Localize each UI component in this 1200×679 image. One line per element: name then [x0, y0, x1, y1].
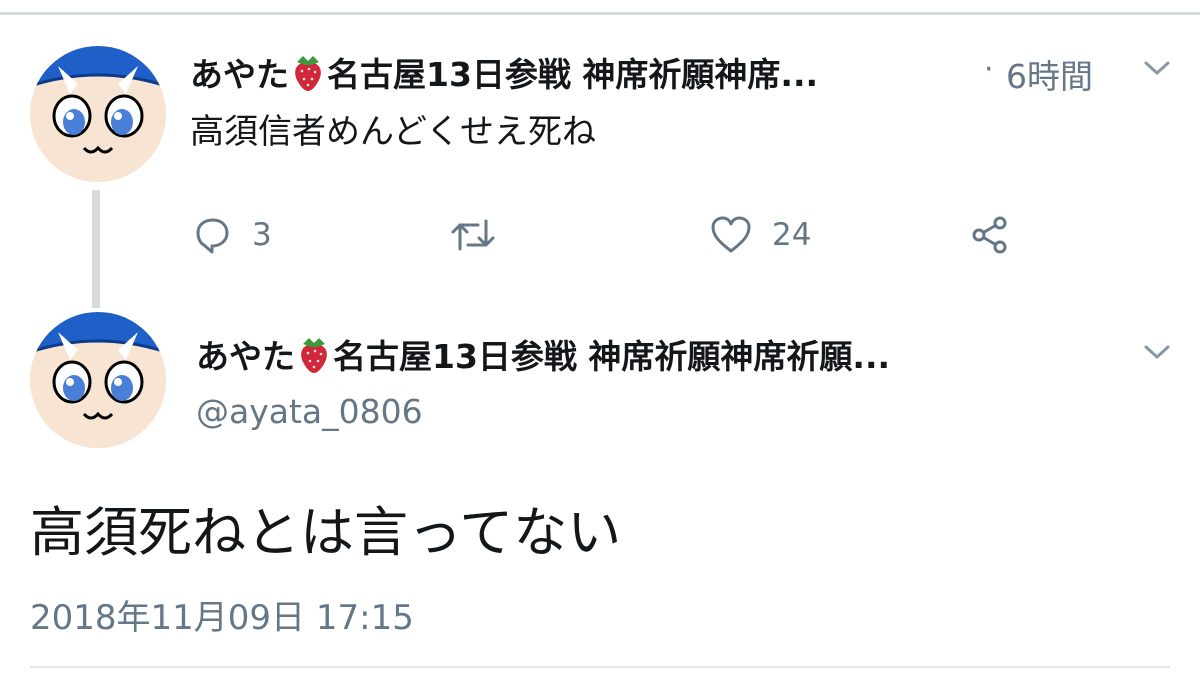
tweet-text: 高須信者めんどくせえ死ね	[190, 112, 596, 152]
retweet-icon	[451, 219, 495, 251]
share-button[interactable]	[970, 215, 1010, 255]
bottom-divider	[30, 666, 1170, 668]
avatar[interactable]	[30, 46, 166, 182]
display-name-part: 名古屋13日参戦 神席祈願神席...	[327, 55, 819, 94]
separator-dot: ·	[984, 52, 994, 87]
tweet-timestamp[interactable]: 2018年11月09日 17:15	[30, 590, 414, 639]
display-name-part: 名古屋13日参戦 神席祈願神席祈願...	[333, 337, 891, 376]
chevron-down-icon[interactable]	[1142, 342, 1172, 362]
like-button[interactable]: 24	[710, 215, 811, 255]
chevron-down-icon[interactable]	[1142, 58, 1172, 78]
heart-icon	[711, 216, 751, 253]
tweet-text: 高須死ねとは言ってない	[30, 501, 622, 564]
reply-button[interactable]: 3	[192, 215, 272, 255]
reply-icon	[196, 218, 229, 254]
avatar[interactable]	[30, 312, 166, 448]
like-count: 24	[772, 217, 812, 253]
display-name-part: あやた	[190, 55, 289, 94]
tweet-time[interactable]: 6時間	[1006, 50, 1093, 98]
top-divider	[0, 12, 1200, 15]
display-name[interactable]: あやた 名古屋13日参戦 神席祈願神席祈願...	[196, 330, 1096, 382]
retweet-button[interactable]	[450, 215, 516, 255]
thread-line	[92, 190, 100, 308]
display-name-part: あやた	[196, 337, 295, 376]
share-icon	[972, 216, 1007, 254]
display-name[interactable]: あやた 名古屋13日参戦 神席祈願神席...	[190, 48, 980, 100]
user-handle[interactable]: @ayata_0806	[196, 392, 423, 431]
strawberry-icon	[297, 336, 331, 382]
reply-count: 3	[252, 217, 272, 253]
strawberry-icon	[291, 54, 325, 100]
